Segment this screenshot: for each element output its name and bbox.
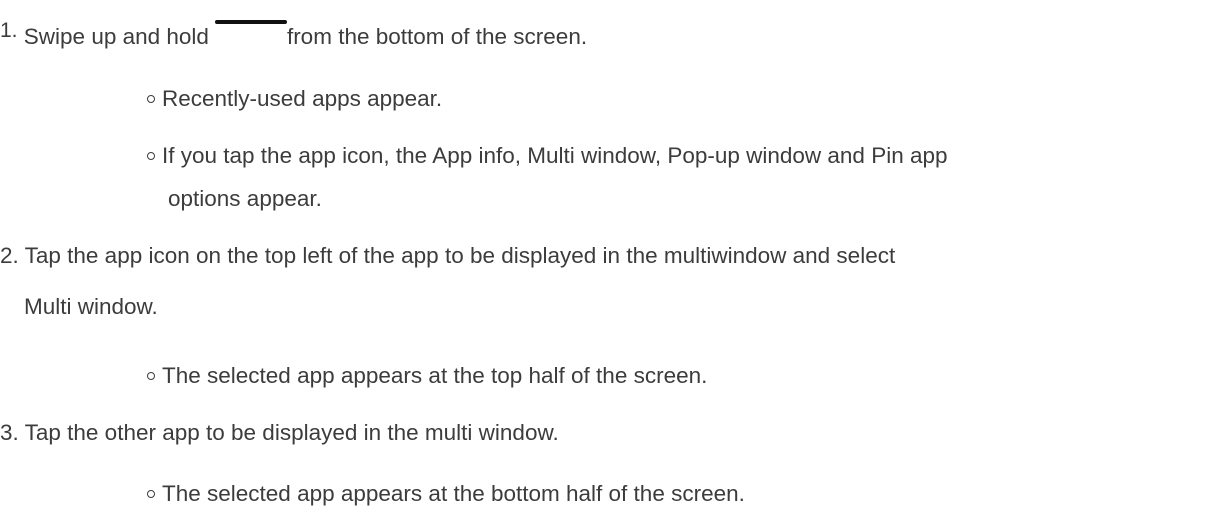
step-1: 1. Swipe up and hold from the bottom of t… (0, 19, 588, 54)
navigation-bar-icon (214, 20, 287, 24)
list-item: The selected app appears at the top half… (147, 360, 1177, 392)
step-text: Swipe up and hold (23, 24, 209, 49)
step-2: 2. Tap the app icon on the top left of t… (0, 240, 1160, 272)
step-text-continued: from the bottom of the screen. (286, 24, 588, 49)
step-number: 2. (0, 243, 19, 268)
list-item: If you tap the app icon, the App info, M… (147, 140, 1177, 215)
list-item: Recently-used apps appear. (147, 83, 1177, 115)
sub-item-text: Recently-used apps appear. (162, 86, 443, 111)
sub-item-text: The selected app appears at the bottom h… (162, 481, 745, 506)
sub-item-text-continued: options appear. (168, 186, 322, 211)
step-number: 1. (0, 19, 18, 42)
hollow-bullet-icon (147, 95, 155, 104)
sub-item-text: The selected app appears at the top half… (162, 363, 708, 388)
hollow-bullet-icon (147, 152, 155, 161)
hollow-bullet-icon (147, 490, 155, 499)
list-item: The selected app appears at the bottom h… (147, 478, 1177, 510)
step-text: Tap the app icon on the top left of the … (24, 243, 896, 268)
step-3: 3. Tap the other app to be displayed in … (0, 417, 1160, 449)
step-number: 3. (0, 420, 19, 445)
step-text-continued: Multi window. (24, 294, 158, 319)
hollow-bullet-icon (147, 372, 155, 381)
step-text: Tap the other app to be displayed in the… (24, 420, 559, 445)
sub-item-text: If you tap the app icon, the App info, M… (162, 143, 948, 168)
step-2-continued: Multi window. (24, 291, 1184, 323)
